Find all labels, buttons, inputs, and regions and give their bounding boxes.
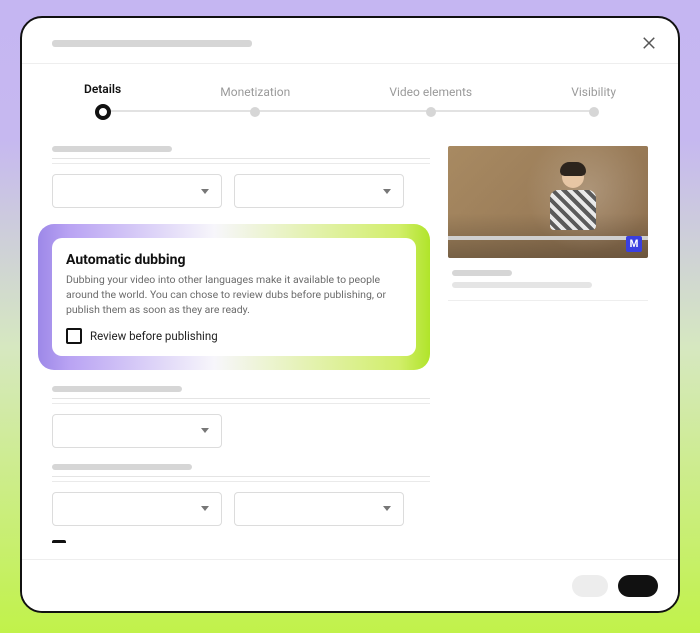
review-before-publishing-checkbox[interactable]	[66, 328, 82, 344]
stepper-label: Details	[84, 82, 121, 96]
field-divider	[52, 476, 430, 477]
stepper-track	[102, 110, 598, 112]
dialog-footer	[22, 559, 678, 611]
stepper-label: Video elements	[389, 85, 472, 99]
stepper-dot-icon	[250, 107, 260, 117]
field-divider	[52, 163, 430, 164]
field-divider	[52, 403, 430, 404]
field-divider	[52, 481, 430, 482]
dialog-card: Details Monetization Video elements Visi…	[20, 16, 680, 613]
automatic-dubbing-title: Automatic dubbing	[66, 252, 402, 268]
automatic-dubbing-highlight: Automatic dubbing Dubbing your video int…	[38, 224, 430, 370]
stepper-dot-icon	[426, 107, 436, 117]
field-divider	[52, 158, 430, 159]
stepper: Details Monetization Video elements Visi…	[22, 64, 678, 120]
stepper-dot-icon	[95, 104, 111, 120]
close-button[interactable]	[636, 30, 662, 56]
dropdown-field[interactable]	[52, 174, 222, 208]
chevron-down-icon	[201, 189, 209, 194]
dialog-title-placeholder	[52, 40, 252, 47]
dropdown-field[interactable]	[52, 492, 222, 526]
chevron-down-icon	[201, 506, 209, 511]
stepper-label: Visibility	[571, 85, 616, 99]
form-left-column: Automatic dubbing Dubbing your video int…	[52, 146, 430, 543]
field-label-placeholder	[52, 464, 192, 470]
stepper-step-monetization[interactable]: Monetization	[220, 85, 290, 117]
stepper-step-details[interactable]: Details	[84, 82, 121, 120]
field-divider	[52, 398, 430, 399]
dropdown-field[interactable]	[52, 414, 222, 448]
preview-right-column: M	[448, 146, 648, 543]
stepper-step-video-elements[interactable]: Video elements	[389, 85, 472, 117]
dropdown-field[interactable]	[234, 174, 404, 208]
field-label-placeholder	[52, 386, 182, 392]
dropdown-field[interactable]	[234, 492, 404, 526]
option-checkbox-checked[interactable]	[52, 540, 66, 543]
stepper-dot-icon	[589, 107, 599, 117]
checkmark-icon	[54, 542, 64, 543]
thumbnail-meta-placeholder	[452, 282, 592, 288]
thumbnail-meta-placeholder	[452, 270, 512, 276]
back-button[interactable]	[572, 575, 608, 597]
automatic-dubbing-description: Dubbing your video into other languages …	[66, 272, 402, 318]
thumbnail-divider	[448, 300, 648, 301]
close-icon	[640, 34, 658, 52]
stepper-label: Monetization	[220, 85, 290, 99]
next-button[interactable]	[618, 575, 658, 597]
review-before-publishing-label: Review before publishing	[90, 329, 218, 343]
thumbnail-person	[546, 166, 600, 236]
chevron-down-icon	[383, 189, 391, 194]
field-label-placeholder	[52, 146, 172, 152]
stepper-step-visibility[interactable]: Visibility	[571, 85, 616, 117]
thumbnail-badge: M	[626, 236, 642, 252]
chevron-down-icon	[383, 506, 391, 511]
chevron-down-icon	[201, 428, 209, 433]
video-thumbnail[interactable]: M	[448, 146, 648, 258]
